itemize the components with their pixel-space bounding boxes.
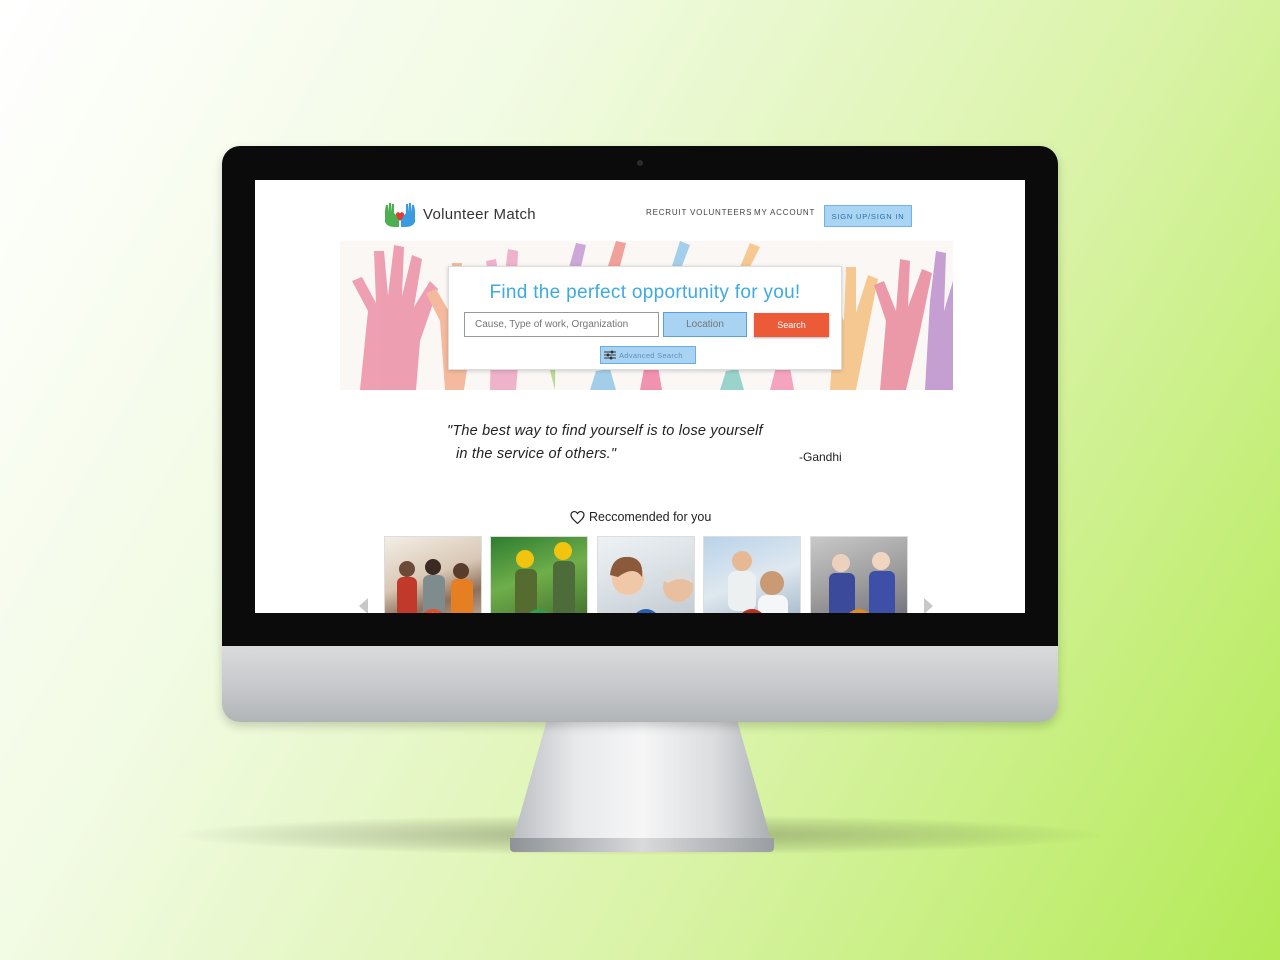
website-screen: Volunteer Match RECRUIT VOLUNTEERS MY AC… [255, 180, 1025, 613]
camera-icon [637, 160, 643, 166]
hands-heart-logo-icon [383, 200, 417, 228]
logo-text: Volunteer Match [423, 205, 536, 223]
advanced-search-button[interactable]: Advanced Search [600, 346, 696, 364]
opportunity-card-3[interactable]: 👥 [597, 536, 695, 613]
carousel-next-arrow-icon[interactable] [924, 598, 933, 613]
monitor-stand-foot [510, 838, 774, 852]
quote-line-1: "The best way to find yourself is to los… [447, 423, 763, 439]
cause-search-input[interactable] [464, 312, 659, 337]
monitor: Volunteer Match RECRUIT VOLUNTEERS MY AC… [222, 146, 1058, 722]
opportunity-card-1[interactable]: ✋ [384, 536, 482, 613]
caregiver-elderly-photo [610, 556, 693, 602]
logo[interactable]: Volunteer Match [383, 200, 536, 228]
search-panel: Find the perfect opportunity for you! Se… [448, 266, 842, 370]
monitor-chin [222, 646, 1058, 722]
carousel-prev-arrow-icon[interactable] [359, 598, 368, 613]
search-button[interactable]: Search [754, 313, 829, 337]
group-of-volunteers-photo [397, 559, 473, 613]
quote-author: -Gandhi [799, 450, 842, 464]
opportunity-card-2[interactable]: ❦ [490, 536, 588, 613]
sign-up-sign-in-button[interactable]: SIGN UP/SIGN IN [824, 205, 912, 227]
nav-my-account[interactable]: MY ACCOUNT [754, 208, 815, 217]
opportunity-card-4[interactable]: ♨ [703, 536, 801, 613]
sliders-icon [604, 350, 616, 360]
nav-recruit-volunteers[interactable]: RECRUIT VOLUNTEERS [646, 208, 752, 217]
kitchen-volunteers-photo [728, 551, 788, 613]
heart-outline-icon [570, 510, 585, 524]
recommended-label: Reccomended for you [589, 510, 712, 524]
recommended-heading: Reccomended for you [570, 510, 711, 524]
monitor-stand [510, 720, 774, 850]
food-bank-volunteers-photo [829, 552, 895, 613]
search-title: Find the perfect opportunity for you! [489, 282, 801, 303]
forest-volunteers-photo [515, 542, 575, 613]
location-input[interactable] [663, 312, 747, 337]
advanced-search-label: Advanced Search [619, 350, 683, 360]
opportunity-card-5[interactable]: ⟋ [810, 536, 908, 613]
quote-line-2: in the service of others." [456, 446, 617, 462]
